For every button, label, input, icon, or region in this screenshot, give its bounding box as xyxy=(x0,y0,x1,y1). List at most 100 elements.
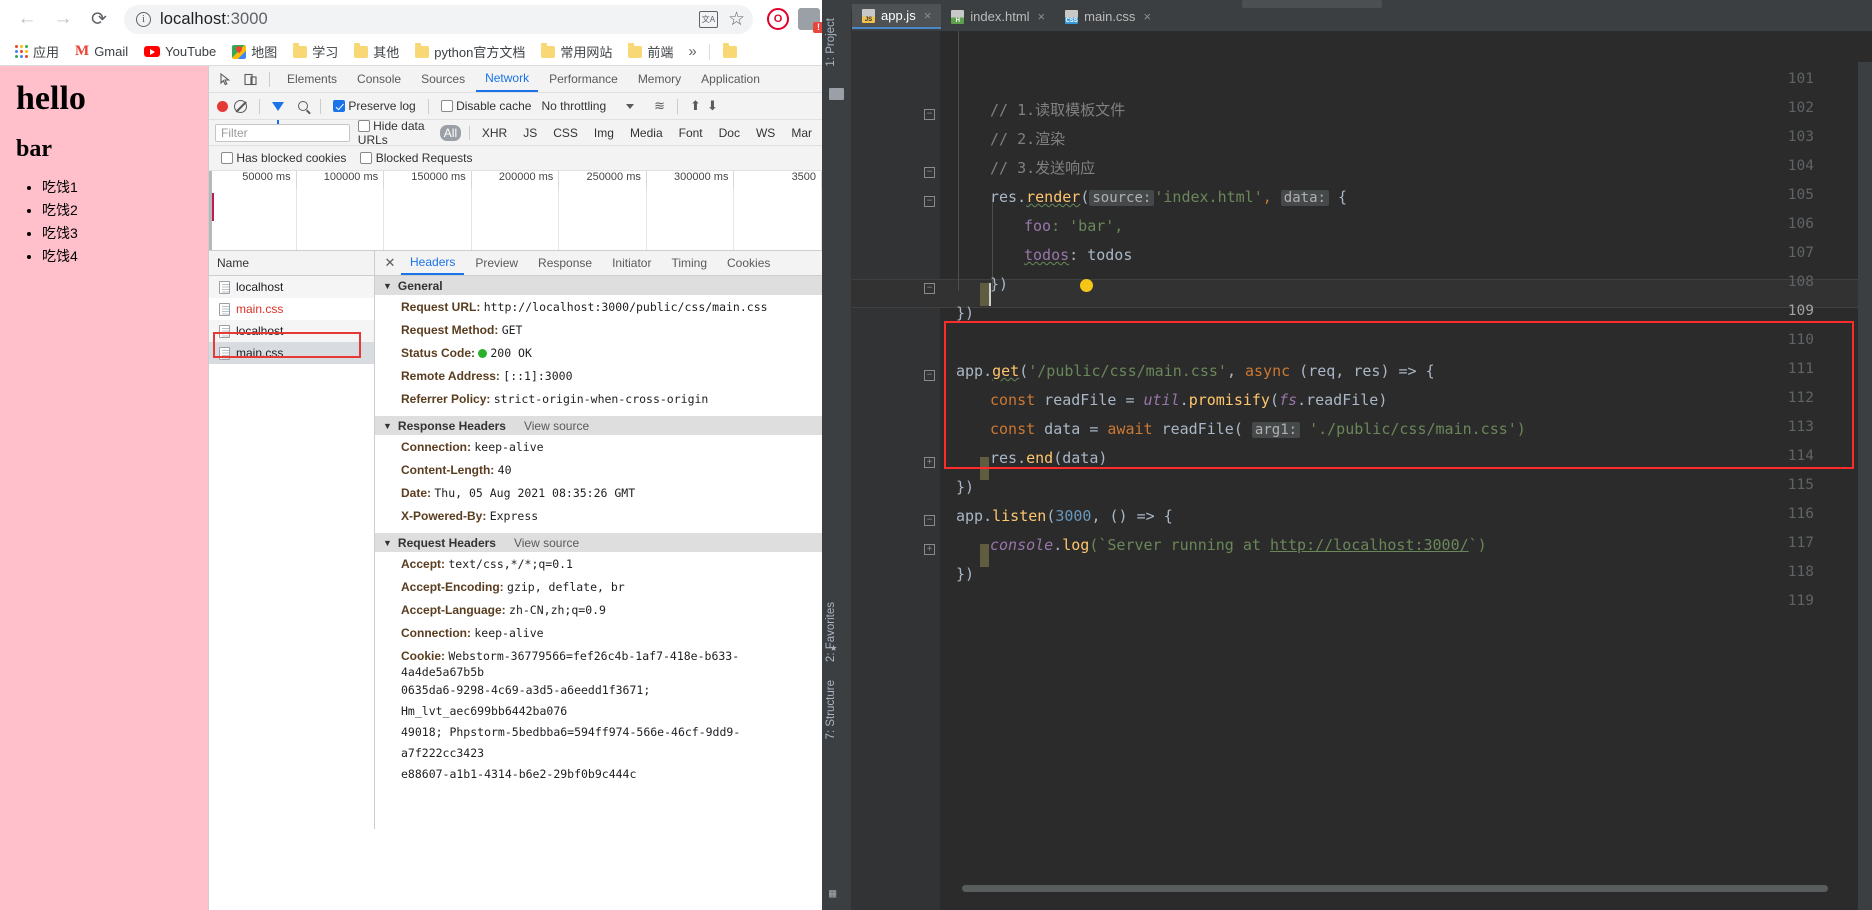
tab-sources[interactable]: Sources xyxy=(412,68,474,91)
address-bar[interactable]: i localhost:3000 文A ☆ xyxy=(124,4,753,34)
rail-structure-button[interactable]: 7: Structure xyxy=(825,680,837,739)
blocked-requests-checkbox[interactable]: Blocked Requests xyxy=(360,151,472,165)
shield-extension-icon[interactable]: ! xyxy=(798,8,824,33)
site-info-icon[interactable]: i xyxy=(136,11,151,27)
request-list-header[interactable]: Name xyxy=(209,251,374,276)
tab-preview[interactable]: Preview xyxy=(466,252,527,274)
opera-extension-icon[interactable]: O xyxy=(767,8,789,30)
clear-icon[interactable] xyxy=(234,99,247,113)
network-conditions-icon[interactable]: ≋ xyxy=(654,98,665,114)
bookmark-folder-common-sites[interactable]: 常用网站 xyxy=(534,40,619,63)
filter-type-media[interactable]: Media xyxy=(626,125,667,141)
filter-type-js[interactable]: JS xyxy=(519,125,541,141)
view-source-link[interactable]: View source xyxy=(524,419,589,433)
reload-button[interactable]: ⟳ xyxy=(82,2,116,36)
filter-input[interactable]: Filter xyxy=(215,123,350,142)
ide-bottom-icon[interactable]: ▦ xyxy=(829,886,843,900)
close-icon[interactable]: ✕ xyxy=(381,254,399,272)
network-overview-timeline[interactable]: 50000 ms 100000 ms 150000 ms 200000 ms 2… xyxy=(209,171,822,251)
fold-marker[interactable]: − xyxy=(924,109,935,120)
bookmarks-overflow-button[interactable]: » xyxy=(682,43,702,60)
back-button[interactable]: ← xyxy=(10,2,44,36)
tab-cookies[interactable]: Cookies xyxy=(718,252,779,274)
chevron-down-icon[interactable] xyxy=(626,103,635,109)
section-header-request[interactable]: ▼ Request Headers View source xyxy=(375,533,822,552)
section-header-response[interactable]: ▼ Response Headers View source xyxy=(375,416,822,435)
tab-elements[interactable]: Elements xyxy=(278,68,346,91)
bookmark-folder-frontend[interactable]: 前端 xyxy=(621,40,680,63)
section-header-general[interactable]: ▼ General xyxy=(375,276,822,295)
tab-timing[interactable]: Timing xyxy=(662,252,716,274)
close-icon[interactable]: × xyxy=(1143,9,1151,24)
folder-icon xyxy=(628,43,643,58)
bookmark-youtube[interactable]: YouTube xyxy=(137,42,223,61)
filter-type-css[interactable]: CSS xyxy=(549,125,582,141)
bookmark-maps[interactable]: 地图 xyxy=(225,40,284,63)
tab-initiator[interactable]: Initiator xyxy=(603,252,660,274)
record-icon[interactable] xyxy=(217,100,228,112)
bookmark-gmail[interactable]: M Gmail xyxy=(68,41,135,62)
fold-marker[interactable]: − xyxy=(924,283,935,294)
throttling-select[interactable]: No throttling xyxy=(541,99,606,113)
search-icon[interactable] xyxy=(298,101,308,111)
filter-type-doc[interactable]: Doc xyxy=(715,125,744,141)
filter-type-font[interactable]: Font xyxy=(675,125,707,141)
import-har-icon[interactable]: ⬆ xyxy=(690,98,701,114)
tab-network[interactable]: Network xyxy=(476,67,539,92)
close-icon[interactable]: × xyxy=(924,8,932,23)
inspect-element-icon[interactable] xyxy=(215,68,237,90)
fold-marker[interactable]: − xyxy=(924,196,935,207)
editor-gutter[interactable] xyxy=(852,31,940,910)
table-row[interactable]: localhost xyxy=(209,320,374,342)
tab-app-js[interactable]: JS app.js × xyxy=(852,4,942,29)
tab-console[interactable]: Console xyxy=(348,68,410,91)
device-toolbar-icon[interactable] xyxy=(239,68,261,90)
disable-cache-checkbox[interactable]: Disable cache xyxy=(440,99,531,113)
table-row-selected[interactable]: main.css xyxy=(209,342,374,364)
hide-data-urls-checkbox[interactable]: Hide data URLs xyxy=(357,119,432,147)
close-icon[interactable]: × xyxy=(1038,9,1046,24)
bookmark-folder-study[interactable]: 学习 xyxy=(286,40,345,63)
fold-marker[interactable]: − xyxy=(924,370,935,381)
intention-bulb-icon[interactable] xyxy=(1080,279,1093,292)
table-row[interactable]: main.css xyxy=(209,298,374,320)
bookmark-extra-folder[interactable] xyxy=(716,43,744,60)
editor-right-rail[interactable] xyxy=(1858,62,1872,910)
tab-headers[interactable]: Headers xyxy=(401,251,465,275)
table-row[interactable]: localhost xyxy=(209,276,374,298)
export-har-icon[interactable]: ⬇ xyxy=(707,98,718,114)
tab-index-html[interactable]: H index.html × xyxy=(941,4,1055,29)
filter-type-xhr[interactable]: XHR xyxy=(478,125,511,141)
bookmark-star-icon[interactable]: ☆ xyxy=(728,10,745,29)
filter-type-all[interactable]: All xyxy=(439,124,462,141)
project-folder-icon[interactable] xyxy=(829,88,844,100)
filter-icon[interactable] xyxy=(272,101,284,124)
url-link[interactable]: http://localhost:3000/ xyxy=(1270,536,1469,554)
tab-response[interactable]: Response xyxy=(529,252,601,274)
fold-marker[interactable]: + xyxy=(924,457,935,468)
filter-type-img[interactable]: Img xyxy=(590,125,618,141)
tab-main-css[interactable]: CSS main.css × xyxy=(1055,4,1161,29)
view-source-link[interactable]: View source xyxy=(514,536,579,550)
tab-memory[interactable]: Memory xyxy=(629,68,690,91)
code-line-115: }) xyxy=(956,478,975,496)
filter-type-ws[interactable]: WS xyxy=(752,125,779,141)
has-blocked-cookies-checkbox[interactable]: Has blocked cookies xyxy=(221,151,346,165)
fold-marker[interactable]: + xyxy=(924,544,935,555)
filter-type-manifest[interactable]: Mar xyxy=(787,125,816,141)
forward-button[interactable]: → xyxy=(46,2,80,36)
preserve-log-checkbox[interactable]: Preserve log xyxy=(333,99,416,113)
tab-performance[interactable]: Performance xyxy=(540,68,627,91)
code-editor[interactable]: 101 102 103 104 105 106 107 108 109 110 … xyxy=(852,31,1872,910)
tab-application[interactable]: Application xyxy=(692,68,769,91)
favorites-star-icon[interactable]: ★ xyxy=(830,640,837,654)
code-text-area[interactable]: // 1.读取模板文件 // 2.渲染 // 3.发送响应 res.render… xyxy=(940,31,1872,910)
bookmark-folder-python-docs[interactable]: python官方文档 xyxy=(408,40,532,63)
fold-marker[interactable]: − xyxy=(924,167,935,178)
translate-icon[interactable]: 文A xyxy=(698,10,718,28)
horizontal-scrollbar[interactable] xyxy=(962,885,1828,892)
bookmark-folder-other[interactable]: 其他 xyxy=(347,40,406,63)
fold-marker[interactable]: − xyxy=(924,515,935,526)
rail-project-button[interactable]: 1: Project xyxy=(825,18,837,67)
bookmark-apps[interactable]: 应用 xyxy=(8,40,66,63)
